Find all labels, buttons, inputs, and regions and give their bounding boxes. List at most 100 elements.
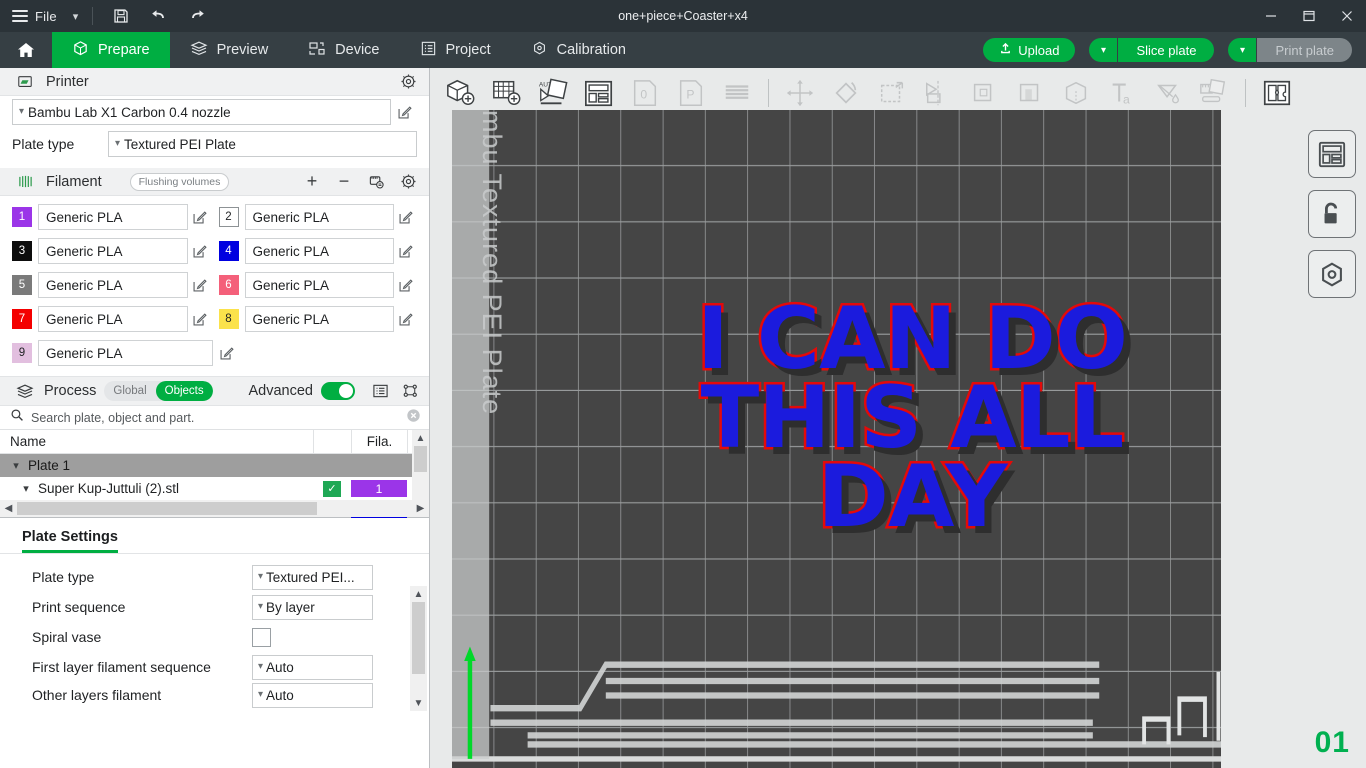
filament-color-swatch[interactable]: 4 [218, 241, 239, 261]
upload-button[interactable]: Upload [983, 38, 1076, 62]
undo-icon[interactable] [145, 4, 173, 28]
scroll-up-icon[interactable]: ▲ [414, 586, 424, 602]
scroll-left-icon[interactable]: ◀ [0, 503, 17, 514]
3d-model-text[interactable]: I CAN DO THIS ALL DAY [602, 293, 1222, 542]
chevron-down-icon[interactable]: ▾ [73, 10, 79, 23]
chevron-down-icon[interactable]: ▾ [20, 482, 32, 495]
variable-layer-icon[interactable] [714, 70, 760, 116]
list-view-icon[interactable] [369, 381, 391, 401]
printer-model-select[interactable]: ▾ Bambu Lab X1 Carbon 0.4 nozzle [12, 99, 391, 125]
add-filament-button[interactable]: + [301, 171, 323, 192]
filament-color-swatch[interactable]: 8 [218, 309, 239, 329]
filament-name[interactable]: Generic PLA [38, 272, 188, 298]
table-row[interactable]: ▾ Plate 1 [0, 454, 429, 477]
filament-name[interactable]: Generic PLA [38, 306, 188, 332]
scroll-right-icon[interactable]: ▶ [412, 503, 429, 514]
plate-settings-vscrollbar[interactable]: ▲ ▼ [410, 586, 427, 711]
object-list-hscrollbar[interactable]: ◀ ▶ [0, 500, 429, 517]
minimize-button[interactable] [1252, 0, 1290, 32]
row-checkbox-cell[interactable]: ✓ [313, 480, 351, 497]
slice-plate-button[interactable]: Slice plate [1118, 38, 1215, 62]
3d-viewport[interactable]: mbu Textured PEI Plate I CAN DO THIS ALL… [430, 68, 1366, 768]
first-layer-filament-select[interactable]: ▾ Auto [252, 654, 373, 680]
slice-dropdown-button[interactable]: ▾ [1089, 38, 1118, 62]
gear-icon[interactable] [397, 172, 419, 192]
table-row[interactable]: ▾ Super Kup-Juttuli (2).stl ✓ 1 [0, 477, 429, 500]
add-p-icon[interactable]: P [668, 70, 714, 116]
edit-filament-icon[interactable] [394, 206, 417, 228]
plate-type-select[interactable]: ▾ Textured PEI Plate [108, 131, 417, 157]
chevron-down-icon[interactable]: ▾ [10, 459, 22, 472]
add-plate-icon[interactable] [484, 70, 530, 116]
filament-name[interactable]: Generic PLA [38, 204, 188, 230]
mmu-paint-icon[interactable] [1145, 70, 1191, 116]
edit-filament-icon[interactable] [394, 274, 417, 296]
home-button[interactable] [0, 32, 52, 68]
edit-printer-icon[interactable] [391, 101, 417, 123]
measure-icon[interactable] [1191, 70, 1237, 116]
scroll-track[interactable] [17, 502, 412, 515]
edit-filament-icon[interactable] [188, 240, 211, 262]
filament-name[interactable]: Generic PLA [244, 272, 395, 298]
filament-color-swatch[interactable]: 5 [12, 275, 32, 295]
filament-color-swatch[interactable]: 3 [12, 241, 32, 261]
scroll-thumb[interactable] [17, 502, 318, 515]
layout-icon[interactable] [576, 70, 622, 116]
filament-name[interactable]: Generic PLA [38, 340, 213, 366]
remove-filament-button[interactable]: − [333, 171, 355, 192]
clear-icon[interactable] [406, 408, 421, 428]
tree-view-icon[interactable] [399, 381, 421, 401]
filament-color-swatch[interactable]: 9 [12, 343, 32, 363]
tab-calibration[interactable]: Calibration [511, 32, 646, 68]
print-dropdown-button[interactable]: ▾ [1228, 38, 1257, 62]
rotate-icon[interactable] [823, 70, 869, 116]
other-layers-filament-select[interactable]: ▾ Auto [252, 682, 373, 708]
scroll-down-icon[interactable]: ▼ [414, 695, 424, 711]
scroll-thumb[interactable] [412, 602, 425, 674]
filament-name[interactable]: Generic PLA [38, 238, 188, 264]
scroll-up-icon[interactable]: ▲ [416, 430, 426, 446]
cut-icon[interactable] [961, 70, 1007, 116]
advanced-toggle[interactable] [321, 382, 355, 400]
scale-icon[interactable] [869, 70, 915, 116]
add-object-icon[interactable] [438, 70, 484, 116]
sync-filament-icon[interactable] [365, 172, 387, 192]
unlock-button[interactable] [1308, 190, 1356, 238]
spiral-vase-checkbox[interactable] [252, 627, 271, 647]
process-scope-toggle[interactable]: Global Objects [104, 381, 213, 401]
edit-filament-icon[interactable] [394, 308, 417, 330]
row-filament-badge[interactable]: 1 [351, 480, 407, 497]
tab-device[interactable]: Device [288, 32, 399, 68]
filament-name[interactable]: Generic PLA [244, 204, 395, 230]
seam-paint-icon[interactable] [1053, 70, 1099, 116]
maximize-button[interactable] [1290, 0, 1328, 32]
add-zero-icon[interactable]: 0 [622, 70, 668, 116]
flushing-volumes-button[interactable]: Flushing volumes [129, 172, 230, 191]
save-icon[interactable] [107, 4, 135, 28]
print-sequence-select[interactable]: ▾ By layer [252, 594, 373, 620]
plate-type-setting-select[interactable]: ▾ Textured PEI... [252, 564, 373, 590]
plate-layout-button[interactable] [1308, 130, 1356, 178]
print-plate-button[interactable]: Print plate [1257, 38, 1352, 62]
filament-color-swatch[interactable]: 1 [12, 207, 32, 227]
tab-prepare[interactable]: Prepare [52, 32, 170, 68]
search-input[interactable] [31, 410, 399, 425]
file-menu-label[interactable]: File [35, 9, 57, 24]
close-button[interactable] [1328, 0, 1366, 32]
edit-filament-icon[interactable] [188, 308, 211, 330]
text-icon[interactable]: a [1099, 70, 1145, 116]
move-icon[interactable] [777, 70, 823, 116]
gear-icon[interactable] [397, 72, 419, 92]
tab-project[interactable]: Project [400, 32, 511, 68]
filament-color-swatch[interactable]: 6 [218, 275, 239, 295]
edit-filament-icon[interactable] [394, 240, 417, 262]
scope-global-option[interactable]: Global [104, 381, 155, 401]
scope-objects-option[interactable]: Objects [155, 381, 213, 401]
filament-name[interactable]: Generic PLA [244, 238, 395, 264]
auto-arrange-icon[interactable]: AUTO [530, 70, 576, 116]
edit-filament-icon[interactable] [213, 342, 239, 364]
assembly-icon[interactable] [1254, 70, 1300, 116]
edit-filament-icon[interactable] [188, 206, 211, 228]
support-paint-icon[interactable] [1007, 70, 1053, 116]
edit-filament-icon[interactable] [188, 274, 211, 296]
